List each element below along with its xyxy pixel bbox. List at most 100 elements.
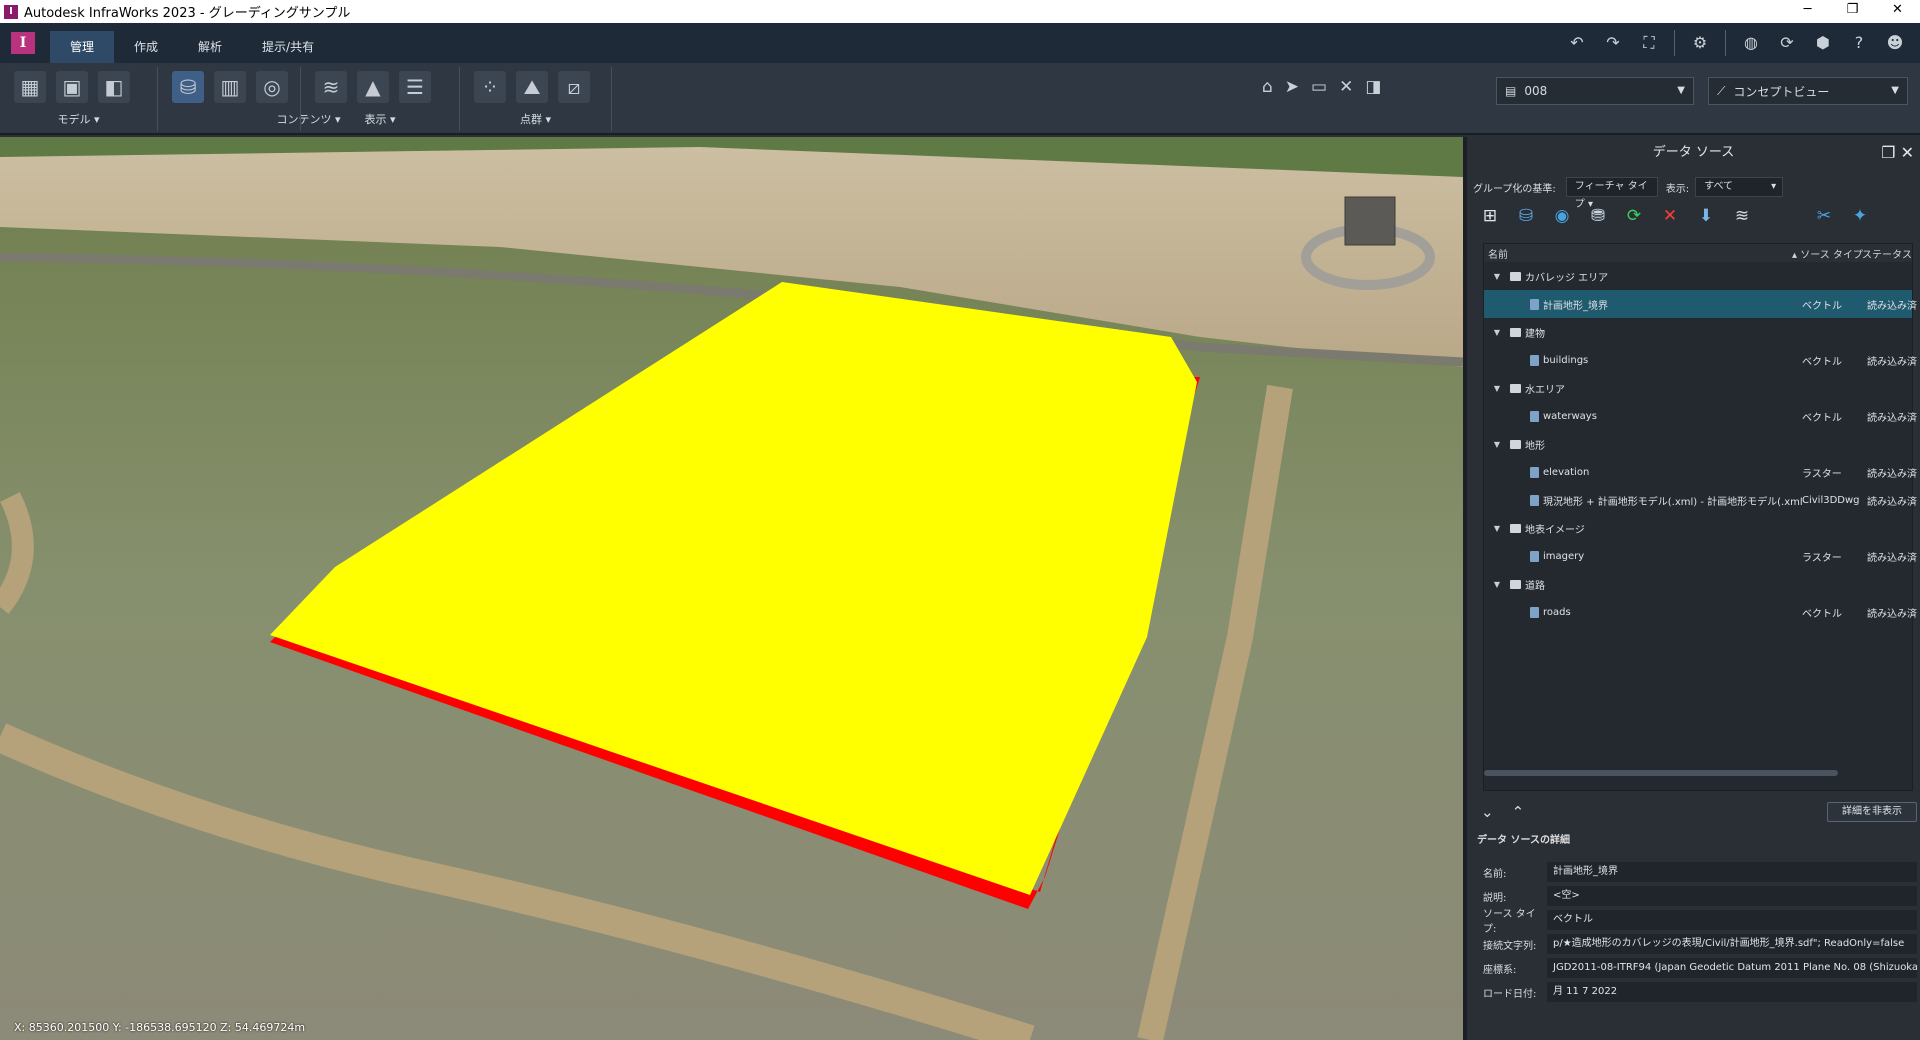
item-source-type: Civil3DDwg bbox=[1802, 494, 1860, 506]
data-sources-icon[interactable]: ⛁ bbox=[172, 71, 204, 103]
group-label-model[interactable]: モデル ▾ bbox=[0, 111, 157, 127]
tree-folder-row[interactable]: ▼ 道路 bbox=[1484, 570, 1912, 598]
tree-header: 名前 ▴ ソース タイプ ステータス bbox=[1484, 244, 1912, 262]
view-mode-dropdown[interactable]: ⟋ コンセプトビュー ▼ bbox=[1708, 77, 1908, 105]
collapse-all-icon[interactable]: ⌃ bbox=[1494, 803, 1525, 821]
viewport-scene[interactable] bbox=[0, 137, 1463, 1040]
tree-folder-row[interactable]: ▼ カバレッジ エリア bbox=[1484, 262, 1912, 290]
item-status: 読み込み済 bbox=[1867, 496, 1917, 508]
group-label-display[interactable]: 表示 ▾ bbox=[301, 111, 459, 127]
refine-feature-icon[interactable]: ✦ bbox=[1847, 203, 1873, 229]
measure-icon[interactable]: ▭ bbox=[1311, 77, 1327, 97]
proposal-dropdown[interactable]: ▤ 008 ▼ bbox=[1496, 77, 1694, 105]
restore-icon[interactable]: ❐ bbox=[1830, 0, 1875, 23]
tab-analyze[interactable]: 解析 bbox=[178, 31, 242, 63]
close-panel-icon[interactable]: ✕ bbox=[1901, 143, 1914, 162]
close-icon[interactable]: ✕ bbox=[1875, 0, 1920, 23]
model-properties-icon[interactable]: ▦ bbox=[14, 71, 46, 103]
group-label-pointcloud[interactable]: 点群 ▾ bbox=[460, 111, 611, 127]
fit-view-icon[interactable]: ⛶ bbox=[1634, 30, 1664, 56]
group-by-dropdown[interactable]: フィーチャ タイプ ▾ bbox=[1565, 177, 1658, 210]
model-explorer-icon[interactable]: ▣ bbox=[56, 71, 88, 103]
tab-create[interactable]: 作成 bbox=[114, 31, 178, 63]
column-name[interactable]: 名前 bbox=[1484, 246, 1508, 261]
layers-stack-icon[interactable]: ≋ bbox=[1729, 203, 1755, 229]
undo-icon[interactable]: ↶ bbox=[1562, 30, 1592, 56]
tree-folder-row[interactable]: ▼ 地表イメージ bbox=[1484, 514, 1912, 542]
tree-item-row[interactable]: buildings ベクトル 読み込み済 bbox=[1484, 346, 1917, 374]
model-layout-icon[interactable]: ◧ bbox=[98, 71, 130, 103]
detail-value[interactable]: p/★造成地形のカバレッジの表現/Civil/計画地形_境界.sdf"; Rea… bbox=[1547, 934, 1917, 954]
show-label: 表示: bbox=[1665, 183, 1690, 195]
chevron-down-icon[interactable]: ▼ bbox=[1490, 580, 1504, 589]
float-panel-icon[interactable]: ❐ bbox=[1881, 143, 1895, 162]
terrain-icon[interactable]: ▲ bbox=[357, 71, 389, 103]
panel-title: データ ソース bbox=[1652, 145, 1735, 160]
chevron-down-icon[interactable]: ▼ bbox=[1490, 440, 1504, 449]
panel-toggle-icon[interactable]: ◨ bbox=[1365, 77, 1381, 97]
chevron-down-icon[interactable]: ▼ bbox=[1490, 524, 1504, 533]
layers-icon[interactable]: ≋ bbox=[315, 71, 347, 103]
remove-icon[interactable]: ✕ bbox=[1657, 203, 1683, 229]
detail-value[interactable]: 月 11 7 2022 bbox=[1547, 982, 1917, 1002]
panel-window-buttons: ❐ ✕ bbox=[1881, 137, 1914, 169]
3d-viewport[interactable]: X: 85360.201500 Y: -186538.695120 Z: 54.… bbox=[0, 137, 1463, 1040]
detail-value[interactable]: JGD2011-08-ITRF94 (Japan Geodetic Datum … bbox=[1547, 958, 1917, 978]
settings-gear-icon[interactable]: ⚙ bbox=[1685, 30, 1715, 56]
hide-details-button[interactable]: 詳細を非表示 bbox=[1827, 802, 1917, 822]
cloud-model-icon[interactable]: ⬢ bbox=[1808, 30, 1838, 56]
column-status[interactable]: ステータス bbox=[1862, 246, 1912, 261]
tree-item-row[interactable]: imagery ラスター 読み込み済 bbox=[1484, 542, 1917, 570]
item-source-type: ベクトル bbox=[1802, 608, 1842, 620]
app-icon: I bbox=[4, 4, 18, 19]
presentation-icon[interactable]: ⌂ bbox=[1262, 77, 1273, 97]
show-dropdown[interactable]: すべて ▾ bbox=[1695, 177, 1784, 197]
tree-item-row[interactable]: 現況地形 + 計画地形モデル(.xml) - 計画地形モデル(.xml) Civi… bbox=[1484, 486, 1917, 514]
tree-folder-row[interactable]: ▼ 水エリア bbox=[1484, 374, 1912, 402]
folder-icon bbox=[1510, 579, 1521, 589]
detail-value[interactable]: <空> bbox=[1547, 886, 1917, 906]
expand-all-icon[interactable]: ⌄ bbox=[1477, 803, 1494, 821]
list-view-icon[interactable]: ☰ bbox=[399, 71, 431, 103]
document-icon bbox=[1530, 550, 1539, 562]
minimize-icon[interactable]: ─ bbox=[1785, 0, 1830, 23]
help-icon[interactable]: ? bbox=[1844, 30, 1874, 56]
add-database-icon[interactable]: ⛁ bbox=[1513, 203, 1539, 229]
redo-icon[interactable]: ↷ bbox=[1598, 30, 1628, 56]
column-source-type[interactable]: ▴ ソース タイプ bbox=[1792, 246, 1863, 261]
horizontal-scrollbar[interactable] bbox=[1484, 770, 1838, 776]
viewcube-box[interactable] bbox=[1344, 196, 1396, 246]
building-style-icon[interactable]: ▥ bbox=[214, 71, 246, 103]
select-cursor-icon[interactable]: ➤ bbox=[1285, 77, 1299, 97]
add-file-datasource-icon[interactable]: ⊞ bbox=[1477, 203, 1503, 229]
tree-item-row[interactable]: 計画地形_境界 ベクトル 読み込み済 bbox=[1484, 290, 1917, 318]
folder-icon bbox=[1510, 383, 1521, 393]
item-source-type: ベクトル bbox=[1802, 300, 1842, 312]
detail-value[interactable]: 計画地形_境界 bbox=[1547, 862, 1917, 882]
refresh-icon[interactable]: ⟳ bbox=[1621, 203, 1647, 229]
chevron-down-icon[interactable]: ▼ bbox=[1490, 384, 1504, 393]
user-avatar-icon[interactable]: ☻ bbox=[1880, 30, 1910, 56]
tree-item-row[interactable]: roads ベクトル 読み込み済 bbox=[1484, 598, 1917, 626]
tab-present-share[interactable]: 提示/共有 bbox=[242, 31, 334, 63]
point-cloud-terrain-icon[interactable]: ⛰ bbox=[516, 71, 548, 103]
tree-folder-row[interactable]: ▼ 地形 bbox=[1484, 430, 1912, 458]
export-icon[interactable]: ⬇ bbox=[1693, 203, 1719, 229]
point-cloud-clip-icon[interactable]: ⧄ bbox=[558, 71, 590, 103]
detail-value[interactable]: ベクトル bbox=[1547, 910, 1917, 930]
tree-item-row[interactable]: waterways ベクトル 読み込み済 bbox=[1484, 402, 1917, 430]
add-online-source-icon[interactable]: ◉ bbox=[1549, 203, 1575, 229]
tree-folder-row[interactable]: ▼ 建物 bbox=[1484, 318, 1912, 346]
tree-item-row[interactable]: elevation ラスター 読み込み済 bbox=[1484, 458, 1917, 486]
sync-icon[interactable]: ⟳ bbox=[1772, 30, 1802, 56]
remove-feature-icon[interactable]: ✂ bbox=[1811, 203, 1837, 229]
chevron-down-icon[interactable]: ▼ bbox=[1490, 272, 1504, 281]
infraworks-logo[interactable]: I bbox=[11, 32, 35, 54]
tab-manage[interactable]: 管理 bbox=[50, 31, 115, 63]
globe-icon[interactable]: ◍ bbox=[1736, 30, 1766, 56]
chevron-down-icon[interactable]: ▼ bbox=[1490, 328, 1504, 337]
detail-label: ソース タイプ: bbox=[1483, 909, 1536, 935]
point-cloud-icon[interactable]: ⁘ bbox=[474, 71, 506, 103]
cross-section-icon[interactable]: ✕ bbox=[1339, 77, 1353, 97]
globe-connect-icon[interactable]: ◎ bbox=[256, 71, 288, 103]
